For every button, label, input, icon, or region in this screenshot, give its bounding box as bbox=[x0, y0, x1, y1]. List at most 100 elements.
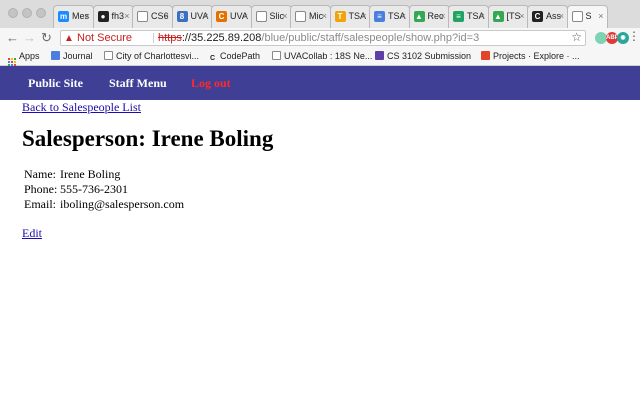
codepath-icon: C bbox=[532, 11, 543, 22]
browser-tab[interactable]: C Ass × bbox=[527, 5, 568, 28]
bookmarks-bar: Apps Journal City of Charlottesvi... C CodeP… bbox=[0, 48, 640, 66]
address-divider bbox=[153, 33, 154, 43]
url-path: /blue/public/staff/salespeople/show.php?… bbox=[261, 32, 480, 44]
document-icon bbox=[272, 51, 281, 60]
browser-tab[interactable]: CS6 × bbox=[132, 5, 173, 28]
address-bar[interactable]: ▲ Not Secure https://35.225.89.208/blue/… bbox=[60, 30, 586, 46]
tsa-icon: T bbox=[334, 11, 346, 22]
browser-tab[interactable]: ● fh3 × bbox=[92, 5, 134, 28]
detail-row-name: Name: Irene Boling bbox=[24, 167, 184, 182]
tab-close-icon[interactable]: × bbox=[124, 11, 129, 21]
bookmark-item[interactable]: C CodePath bbox=[208, 51, 260, 63]
edit-link[interactable]: Edit bbox=[22, 226, 42, 241]
gitlab-icon bbox=[481, 51, 490, 60]
tab-close-icon[interactable]: × bbox=[519, 11, 524, 21]
detail-row-email: Email: iboling@salesperson.com bbox=[24, 197, 184, 212]
bookmark-item[interactable]: UVACollab : 18S Ne... bbox=[272, 51, 372, 62]
bookmark-label: UVACollab : 18S Ne... bbox=[284, 51, 373, 61]
apps-grid-icon bbox=[8, 58, 16, 66]
document-icon bbox=[295, 11, 306, 22]
browser-tab[interactable]: 8 UVA × bbox=[171, 5, 213, 28]
forward-arrow-icon[interactable]: → bbox=[23, 30, 36, 46]
url-text[interactable]: https://35.225.89.208/blue/public/staff/… bbox=[158, 31, 479, 45]
tab-close-icon[interactable]: × bbox=[598, 11, 603, 21]
name-value: Irene Boling bbox=[60, 167, 121, 181]
github-icon: ● bbox=[97, 11, 109, 22]
tab-close-icon[interactable]: × bbox=[559, 11, 564, 21]
name-label: Name: bbox=[24, 167, 56, 181]
tab-title: fh3 bbox=[111, 11, 125, 21]
salesperson-details: Name: Irene Boling Phone: 555-736-2301 E… bbox=[24, 167, 184, 212]
browser-tab-strip: m Mes × ● fh3 × CS6 × 8 UVA × C UVA × Slic × Mic × T TSA × ≡ T… bbox=[0, 0, 640, 28]
warning-triangle-icon: ▲ bbox=[64, 33, 74, 44]
browser-tab[interactable]: m Mes × bbox=[53, 5, 94, 28]
browser-tab[interactable]: Slic × bbox=[250, 5, 292, 28]
bookmark-label: City of Charlottesvi... bbox=[116, 51, 200, 61]
browser-tab[interactable]: ▲ Rec × bbox=[408, 5, 450, 28]
staff-menu-link[interactable]: Staff Menu bbox=[109, 76, 167, 91]
logout-link[interactable]: Log out bbox=[191, 76, 231, 91]
url-scheme: https bbox=[158, 32, 182, 44]
security-label[interactable]: Not Secure bbox=[77, 31, 132, 45]
phone-label: Phone: bbox=[24, 182, 58, 196]
site-navigation: Public Site Staff Menu Log out bbox=[0, 66, 640, 100]
tab-close-icon[interactable]: × bbox=[361, 11, 366, 21]
bookmark-label: Apps bbox=[19, 51, 40, 61]
browser-tab[interactable]: S × bbox=[566, 5, 608, 28]
bookmark-label: CS 3102 Submission bbox=[387, 51, 472, 61]
uva-icon: C bbox=[216, 11, 227, 22]
back-to-salespeople-link[interactable]: Back to Salespeople List bbox=[22, 100, 141, 115]
docs-icon bbox=[51, 51, 60, 60]
detail-row-phone: Phone: 555-736-2301 bbox=[24, 182, 184, 197]
bookmark-item[interactable]: Apps bbox=[8, 51, 40, 66]
window-minimize-button[interactable] bbox=[22, 8, 32, 18]
browser-tab[interactable]: ≡ TSA × bbox=[369, 5, 410, 28]
reload-icon[interactable]: ↻ bbox=[41, 30, 52, 46]
browser-tab[interactable]: T TSA × bbox=[329, 5, 371, 28]
bookmark-item[interactable]: CS 3102 Submission bbox=[375, 51, 471, 62]
tab-close-icon[interactable]: × bbox=[164, 11, 169, 21]
window-close-button[interactable] bbox=[8, 8, 18, 18]
drive-icon: ▲ bbox=[492, 11, 504, 22]
document-icon bbox=[137, 11, 148, 22]
browser-tab[interactable]: ▲ [TS × bbox=[487, 5, 529, 28]
bookmark-star-icon[interactable]: ☆ bbox=[571, 30, 582, 44]
tab-close-icon[interactable]: × bbox=[440, 11, 445, 21]
tab-close-icon[interactable]: × bbox=[203, 11, 208, 21]
browser-menu-icon[interactable]: ⋮ bbox=[628, 29, 640, 43]
tab-close-icon[interactable]: × bbox=[85, 11, 90, 21]
url-host: 35.225.89.208 bbox=[191, 32, 262, 44]
codepath-icon: C bbox=[209, 55, 216, 62]
browser-tab[interactable]: ≡ TSA × bbox=[448, 5, 489, 28]
docs-icon: ≡ bbox=[374, 11, 385, 22]
back-arrow-icon[interactable]: ← bbox=[6, 30, 19, 46]
tab-title: S bbox=[585, 11, 592, 21]
submission-icon bbox=[375, 51, 384, 60]
bookmark-label: Journal bbox=[63, 51, 93, 61]
document-icon bbox=[104, 51, 113, 60]
browser-tab[interactable]: Mic × bbox=[290, 5, 331, 28]
window-zoom-button[interactable] bbox=[36, 8, 46, 18]
browser-tab[interactable]: C UVA × bbox=[211, 5, 252, 28]
bookmark-item[interactable]: Journal bbox=[51, 51, 93, 62]
bookmark-item[interactable]: Projects · Explore · ... bbox=[481, 51, 580, 62]
tab-close-icon[interactable]: × bbox=[243, 11, 248, 21]
collab-icon: 8 bbox=[176, 11, 188, 22]
url-scheme-separator: :// bbox=[181, 32, 192, 44]
bookmark-item[interactable]: City of Charlottesvi... bbox=[104, 51, 199, 62]
tab-close-icon[interactable]: × bbox=[480, 11, 485, 21]
bookmark-label: Projects · Explore · ... bbox=[493, 51, 580, 61]
tab-close-icon[interactable]: × bbox=[401, 11, 406, 21]
messenger-icon: m bbox=[58, 11, 69, 22]
email-label: Email: bbox=[24, 197, 56, 211]
public-site-link[interactable]: Public Site bbox=[28, 76, 83, 91]
page-title: Salesperson: Irene Boling bbox=[22, 126, 274, 151]
sheets-icon: ≡ bbox=[453, 11, 464, 22]
document-icon bbox=[255, 11, 267, 22]
email-value: iboling@salesperson.com bbox=[60, 197, 185, 211]
drive-icon: ▲ bbox=[413, 11, 425, 22]
browser-toolbar: ← → ↻ ▲ Not Secure https://35.225.89.208… bbox=[0, 28, 640, 48]
tab-close-icon[interactable]: × bbox=[282, 11, 287, 21]
tab-close-icon[interactable]: × bbox=[322, 11, 327, 21]
bookmark-label: CodePath bbox=[220, 51, 261, 61]
